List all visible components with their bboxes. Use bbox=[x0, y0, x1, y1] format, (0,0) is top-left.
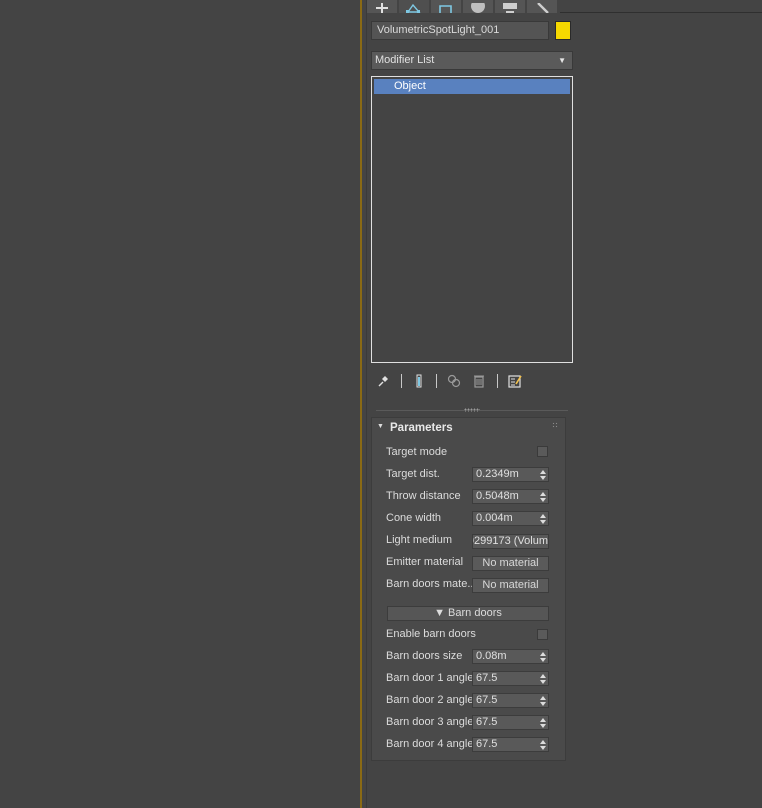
barn-door-4-angle-value[interactable]: 67.5 bbox=[476, 738, 497, 750]
enable-barn-doors-label: Enable barn doors bbox=[386, 628, 476, 640]
throw-distance-label: Throw distance bbox=[386, 490, 461, 502]
spinner-arrows-icon[interactable] bbox=[540, 491, 546, 502]
tab-utilities[interactable] bbox=[527, 0, 557, 13]
target-mode-checkbox[interactable] bbox=[537, 446, 548, 457]
cone-width-value[interactable]: 0.004m bbox=[476, 512, 513, 524]
target-dist-label: Target dist. bbox=[386, 468, 440, 480]
collapse-arrow-icon[interactable]: ▼ bbox=[377, 423, 384, 430]
toolbar-separator bbox=[436, 374, 437, 388]
spinner-arrows-icon[interactable] bbox=[540, 673, 546, 684]
tab-display[interactable] bbox=[495, 0, 525, 13]
spinner-arrows-icon[interactable] bbox=[540, 513, 546, 524]
barn-door-3-angle-label: Barn door 3 angle bbox=[386, 716, 474, 728]
light-medium-value[interactable]: 70299173 (Volum bbox=[473, 535, 548, 547]
tab-create[interactable] bbox=[367, 0, 397, 13]
rollout-handle-icon[interactable] bbox=[552, 422, 558, 428]
barn-doors-material-label: Barn doors mate... bbox=[386, 578, 477, 590]
barn-door-1-angle-label: Barn door 1 angle bbox=[386, 672, 474, 684]
pin-stack-icon[interactable] bbox=[376, 373, 390, 389]
resize-grip[interactable] bbox=[464, 408, 480, 412]
spinner-arrows-icon[interactable] bbox=[540, 717, 546, 728]
command-panel-edge bbox=[366, 0, 367, 808]
modifier-stack-toolbar bbox=[371, 371, 573, 391]
barn-door-2-angle-label: Barn door 2 angle bbox=[386, 694, 474, 706]
barn-doors-size-value[interactable]: 0.08m bbox=[476, 650, 507, 662]
spinner-arrows-icon[interactable] bbox=[540, 469, 546, 480]
target-dist-value[interactable]: 0.2349m bbox=[476, 468, 519, 480]
modify-icon bbox=[406, 3, 421, 13]
modifier-list-label: Modifier List bbox=[375, 54, 435, 66]
tab-modify[interactable] bbox=[399, 0, 429, 13]
barn-doors-section-toggle[interactable]: ▼ Barn doors bbox=[387, 606, 549, 621]
spinner-arrows-icon[interactable] bbox=[540, 739, 546, 750]
spinner-arrows-icon[interactable] bbox=[540, 695, 546, 706]
tab-strip-edge bbox=[560, 12, 762, 13]
motion-icon bbox=[471, 3, 485, 13]
display-icon bbox=[503, 3, 517, 13]
barn-doors-size-spinner[interactable]: 0.08m bbox=[472, 649, 549, 664]
tab-motion[interactable] bbox=[463, 0, 493, 13]
utilities-icon bbox=[537, 3, 549, 13]
emitter-material-button[interactable]: No material bbox=[472, 556, 549, 571]
stack-item-object[interactable]: Object bbox=[374, 79, 570, 94]
light-medium-field[interactable]: 70299173 (Volum bbox=[472, 534, 549, 549]
barn-door-1-angle-spinner[interactable]: 67.5 bbox=[472, 671, 549, 686]
barn-door-1-angle-value[interactable]: 67.5 bbox=[476, 672, 497, 684]
remove-modifier-icon[interactable] bbox=[472, 373, 486, 389]
barn-door-3-angle-value[interactable]: 67.5 bbox=[476, 716, 497, 728]
spinner-arrows-icon[interactable] bbox=[540, 651, 546, 662]
cone-width-label: Cone width bbox=[386, 512, 442, 524]
tab-hierarchy[interactable] bbox=[431, 0, 461, 13]
toolbar-separator bbox=[497, 374, 498, 388]
barn-door-2-angle-value[interactable]: 67.5 bbox=[476, 694, 497, 706]
target-mode-label: Target mode bbox=[386, 446, 448, 458]
make-unique-icon[interactable] bbox=[447, 373, 461, 389]
object-color-swatch[interactable] bbox=[555, 21, 571, 40]
throw-distance-value[interactable]: 0.5048m bbox=[476, 490, 519, 502]
cone-width-spinner[interactable]: 0.004m bbox=[472, 511, 549, 526]
configure-modifier-sets-icon[interactable] bbox=[508, 373, 522, 389]
show-end-result-icon[interactable] bbox=[412, 373, 426, 389]
emitter-material-label: Emitter material bbox=[386, 556, 464, 568]
barn-door-4-angle-label: Barn door 4 angle bbox=[386, 738, 474, 750]
light-medium-label: Light medium bbox=[386, 534, 453, 546]
barn-door-2-angle-spinner[interactable]: 67.5 bbox=[472, 693, 549, 708]
hierarchy-icon bbox=[439, 5, 452, 13]
plus-icon bbox=[376, 3, 388, 13]
toolbar-separator bbox=[401, 374, 402, 388]
object-name-field[interactable]: VolumetricSpotLight_001 bbox=[371, 21, 549, 40]
throw-distance-spinner[interactable]: 0.5048m bbox=[472, 489, 549, 504]
rollout-title[interactable]: Parameters bbox=[390, 422, 453, 434]
viewport[interactable] bbox=[0, 0, 360, 808]
barn-doors-material-button[interactable]: No material bbox=[472, 578, 549, 593]
enable-barn-doors-checkbox[interactable] bbox=[537, 629, 548, 640]
barn-doors-size-label: Barn doors size bbox=[386, 650, 463, 662]
dropdown-arrow-icon: ▼ bbox=[558, 56, 566, 65]
barn-door-4-angle-spinner[interactable]: 67.5 bbox=[472, 737, 549, 752]
target-dist-spinner[interactable]: 0.2349m bbox=[472, 467, 549, 482]
modifier-stack[interactable]: Object bbox=[371, 76, 573, 363]
modifier-list-dropdown[interactable]: Modifier List ▼ bbox=[371, 51, 573, 70]
barn-door-3-angle-spinner[interactable]: 67.5 bbox=[472, 715, 549, 730]
